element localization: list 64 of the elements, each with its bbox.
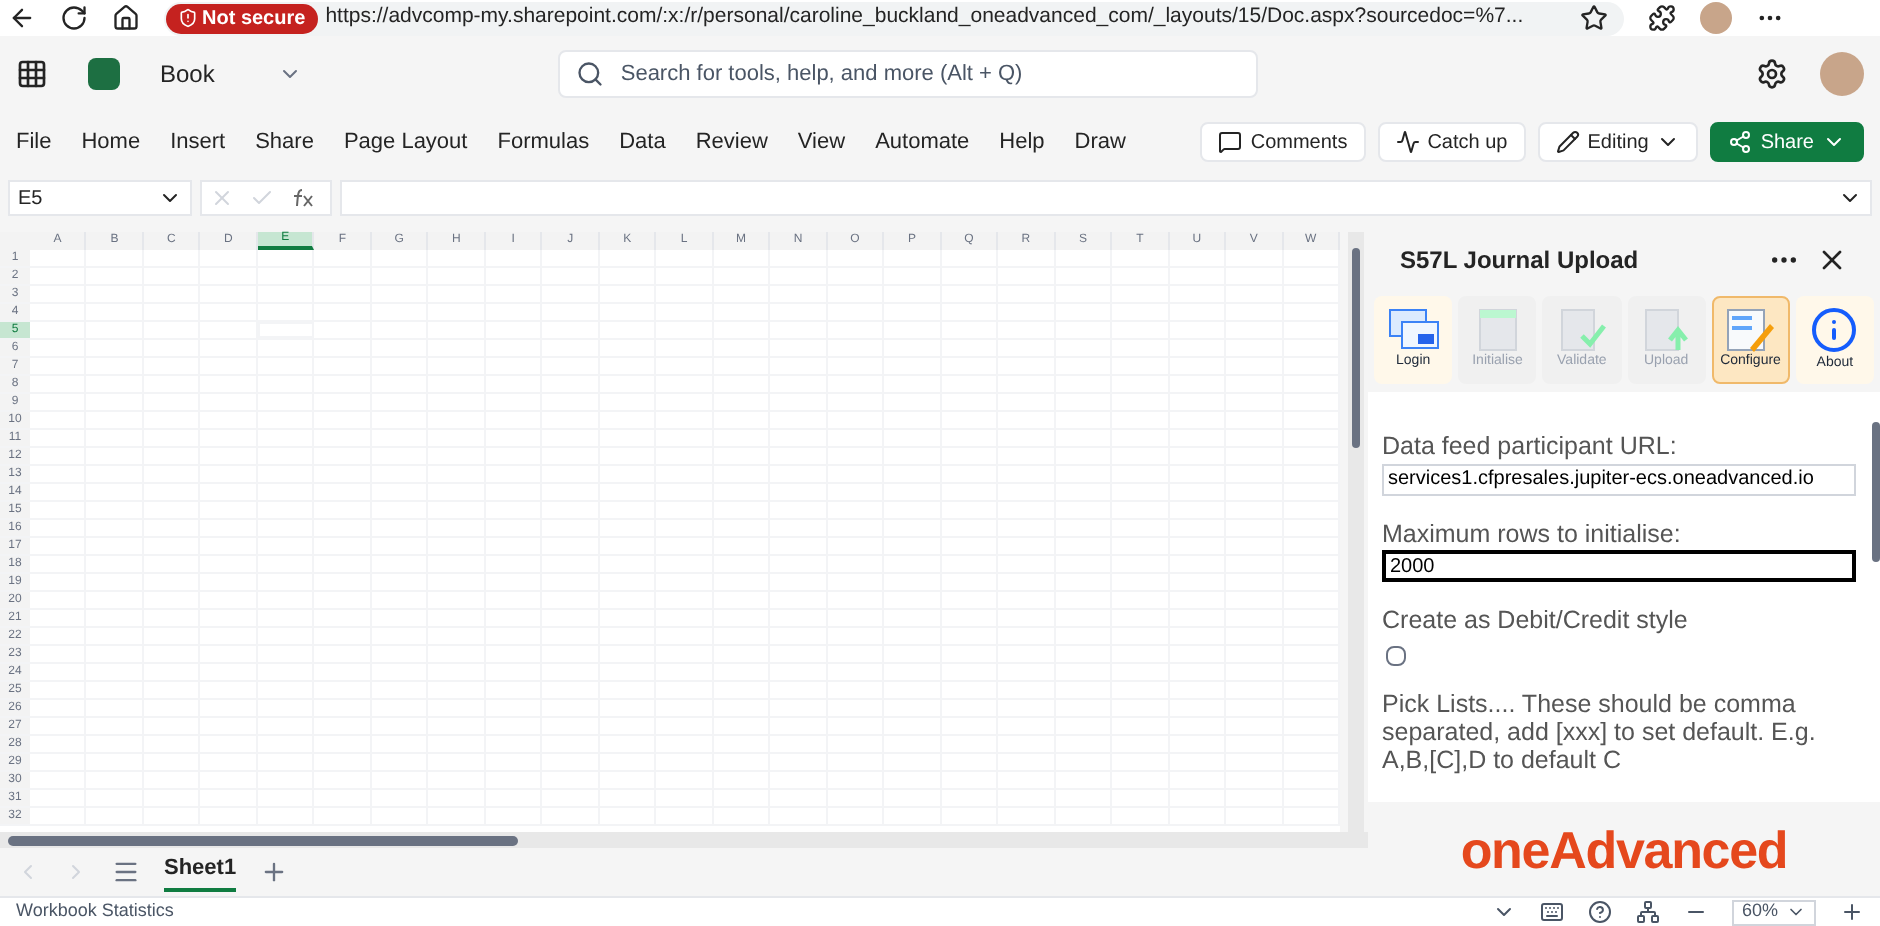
workbook-statistics[interactable]: Workbook Statistics xyxy=(16,898,174,926)
table-stack-icon xyxy=(1473,307,1522,352)
form-pencil-icon xyxy=(1724,307,1777,352)
ribbon-tab[interactable]: File xyxy=(16,125,52,159)
keyboard-icon[interactable] xyxy=(1539,900,1564,924)
comments-icon xyxy=(1218,130,1243,154)
ribbon-tab[interactable]: Help xyxy=(999,125,1045,159)
extensions-icon[interactable] xyxy=(1648,4,1676,32)
text-field[interactable]: services1.cfpresales.jupiter-ecs.oneadvanced.io xyxy=(1382,463,1856,496)
settings-icon[interactable] xyxy=(1756,58,1788,90)
app-launcher-icon[interactable] xyxy=(16,58,48,90)
ribbon-tab[interactable]: View xyxy=(797,125,846,159)
ribbon-tab[interactable]: Home xyxy=(81,125,141,159)
search-field[interactable]: Search for tools, help, and more (Alt + Q) xyxy=(558,50,1259,98)
pane-title: S57L Journal Upload xyxy=(1400,244,1639,278)
login-windows-icon xyxy=(1387,307,1440,352)
info-icon xyxy=(1810,305,1859,354)
home-icon[interactable] xyxy=(112,4,140,32)
ribbon-tab[interactable]: Page Layout xyxy=(343,125,468,159)
horizontal-scrollbar[interactable] xyxy=(0,832,1368,848)
reload-icon[interactable] xyxy=(60,4,88,32)
text-field[interactable]: 2000 xyxy=(1382,550,1856,583)
editing-icon xyxy=(1555,130,1580,154)
add-sheet-icon[interactable] xyxy=(260,858,289,886)
formula-input[interactable] xyxy=(340,180,1872,216)
help-text: Pick Lists.... These should be comma separated, add [xxx] to set default. E.g. A,B,[C],D to default C xyxy=(1382,689,1818,774)
function-icon[interactable] xyxy=(290,188,314,208)
editing-button[interactable]: Editing xyxy=(1537,122,1699,162)
address-bar[interactable]: Not secure https://advcomp-my.sharepoint.com/:x:/r/personal/caroline_buckland_oneadvanced_com/_layouts/15/Doc.aspx?sourcedoc=%7... xyxy=(164,1,1624,35)
back-icon[interactable] xyxy=(8,4,36,32)
sheet-tab[interactable]: Sheet1 xyxy=(164,851,237,893)
ribbon-tab[interactable]: Formulas xyxy=(497,125,590,159)
ribbon-tab[interactable]: Draw xyxy=(1074,125,1126,159)
checkbox[interactable] xyxy=(1386,645,1406,666)
catchup-button[interactable]: Catch up xyxy=(1377,122,1526,162)
zoom-in-icon[interactable] xyxy=(1840,900,1864,924)
checkbox-label: Create as Debit/Credit style xyxy=(1382,606,1690,638)
search-icon xyxy=(576,60,605,88)
share-button[interactable]: Share xyxy=(1710,122,1864,162)
file-name[interactable]: Book xyxy=(160,56,215,92)
table-upload-icon xyxy=(1642,307,1691,352)
field-label: Maximum rows to initialise: xyxy=(1382,519,1683,551)
field-label: Data feed participant URL: xyxy=(1382,432,1679,464)
help-icon[interactable] xyxy=(1587,900,1612,924)
all-sheets-icon[interactable] xyxy=(112,858,140,886)
comments-button[interactable]: Comments xyxy=(1200,122,1366,162)
security-badge[interactable]: Not secure xyxy=(166,3,318,33)
excel-logo-icon xyxy=(88,58,120,90)
ribbon-tab[interactable]: Automate xyxy=(875,125,970,159)
ribbon-tab[interactable]: Insert xyxy=(170,125,226,159)
ribbon-tab[interactable]: Data xyxy=(619,125,666,159)
network-icon[interactable] xyxy=(1635,900,1660,924)
name-box[interactable]: E5 xyxy=(8,180,192,216)
brand-logo: oneAdvanced xyxy=(1460,823,1788,875)
ribbon-tab[interactable]: Review xyxy=(695,125,768,159)
table-check-icon xyxy=(1557,307,1606,352)
favorite-star-icon[interactable] xyxy=(1580,4,1608,32)
search-placeholder: Search for tools, help, and more (Alt + Q) xyxy=(620,59,1023,90)
share-icon xyxy=(1728,130,1753,154)
zoom-select[interactable]: 60% xyxy=(1731,899,1816,925)
vertical-scrollbar[interactable] xyxy=(1348,232,1364,832)
ribbon-tab[interactable]: Share xyxy=(255,125,314,159)
url-text: https://advcomp-my.sharepoint.com/:x:/r/personal/caroline_buckland_oneadvanced_com/_layouts/15/Doc.aspx?sourcedoc=%7... xyxy=(325,2,1526,33)
catchup-icon xyxy=(1395,130,1420,154)
